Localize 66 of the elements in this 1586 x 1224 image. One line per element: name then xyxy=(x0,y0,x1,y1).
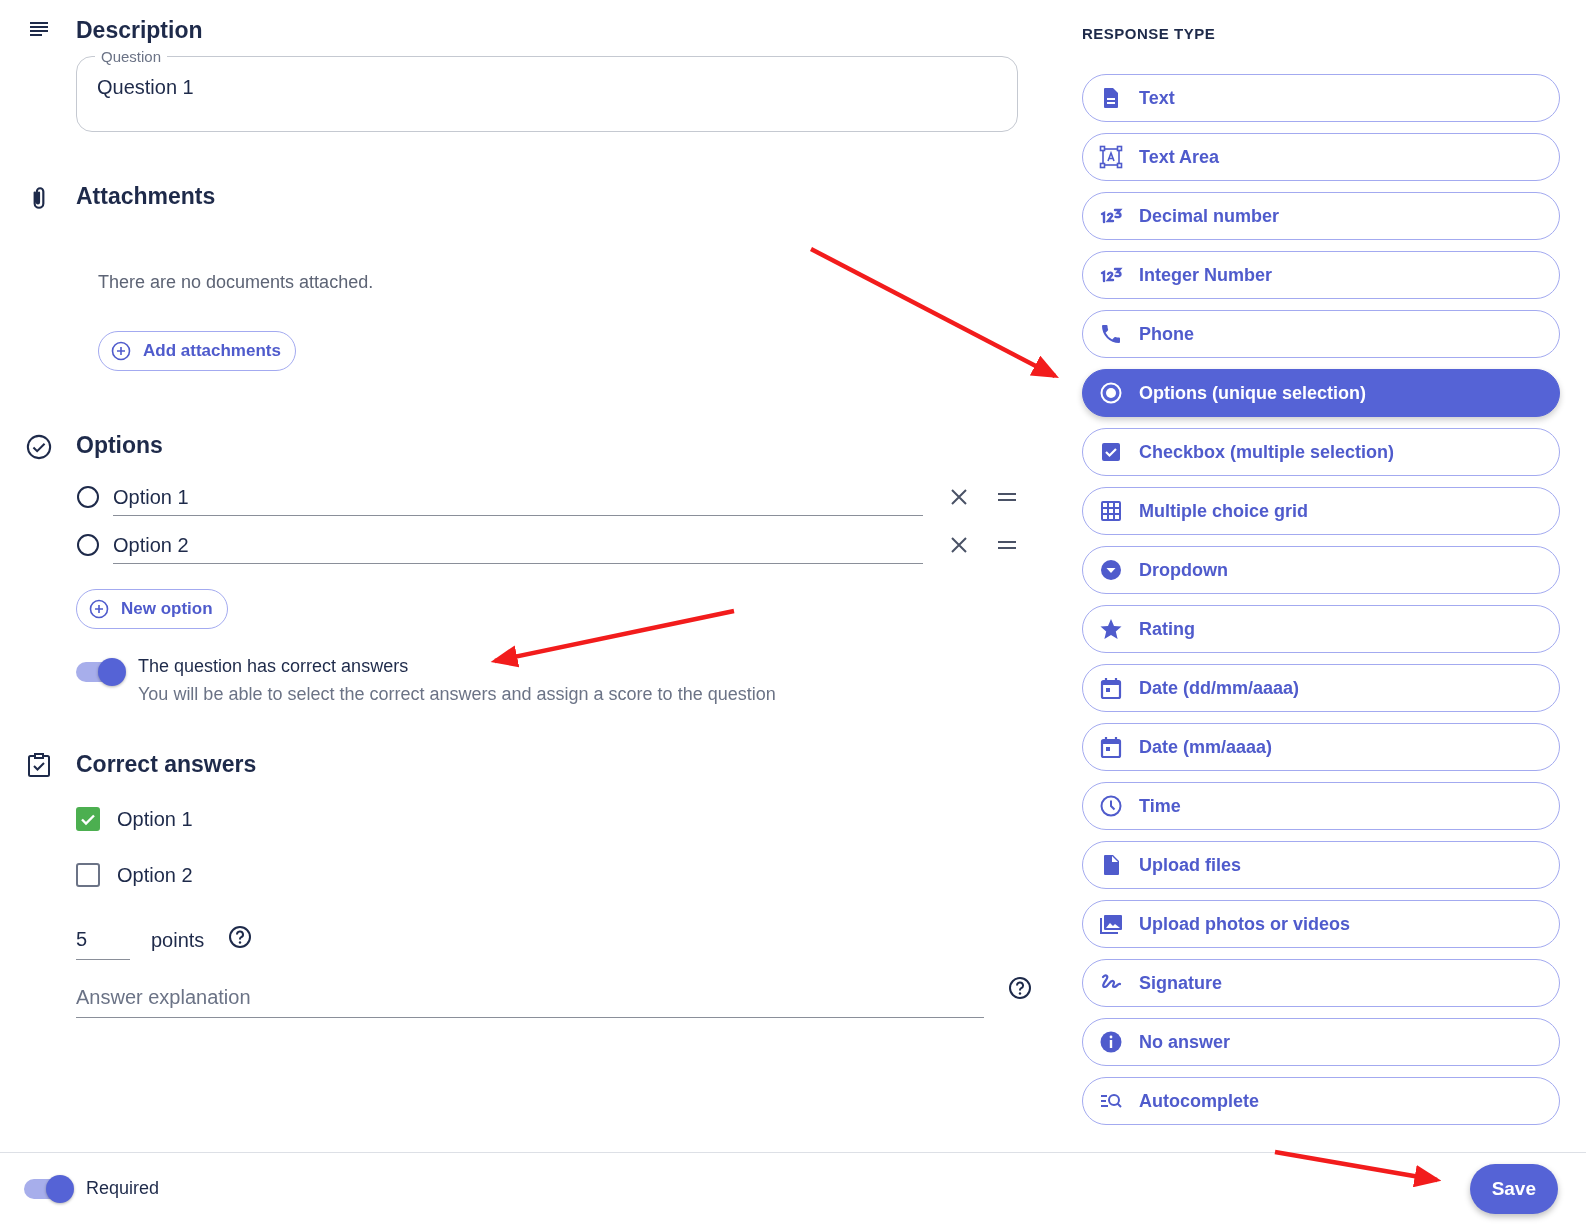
checkbox-label: Option 1 xyxy=(117,807,193,831)
calendar-icon xyxy=(1099,735,1123,759)
phone-icon xyxy=(1099,322,1123,346)
response-type-button[interactable]: Rating xyxy=(1082,605,1560,653)
section-heading: Description xyxy=(76,16,204,45)
add-attachments-button[interactable]: Add attachments xyxy=(98,331,296,371)
toggle-hint: You will be able to select the correct answers and assign a score to the question xyxy=(138,683,776,706)
text-frame-icon xyxy=(1099,145,1123,169)
save-button[interactable]: Save xyxy=(1469,1163,1558,1214)
help-icon[interactable] xyxy=(1008,976,1032,1000)
answer-explanation-field[interactable]: Answer explanation xyxy=(76,976,984,1018)
close-icon[interactable] xyxy=(949,487,969,507)
response-type-button[interactable]: Multiple choice grid xyxy=(1082,487,1560,535)
field-label: Question xyxy=(100,48,163,65)
close-icon[interactable] xyxy=(949,535,969,555)
response-type-button[interactable]: Text Area xyxy=(1082,133,1560,181)
radio-icon xyxy=(76,485,100,509)
checkbox-icon xyxy=(1099,440,1123,464)
calendar-icon xyxy=(1099,676,1123,700)
response-type-button[interactable]: Options (unique selection) xyxy=(1082,369,1560,417)
radio-icon xyxy=(76,533,100,557)
option-field[interactable]: Option 1 xyxy=(113,478,923,516)
checkbox[interactable] xyxy=(76,863,100,887)
response-type-button[interactable]: Date (mm/aaaa) xyxy=(1082,723,1560,771)
checkbox-label: Option 2 xyxy=(117,863,193,887)
checkbox[interactable] xyxy=(76,807,100,831)
response-type-button[interactable]: Upload photos or videos xyxy=(1082,900,1560,948)
option-field[interactable]: Option 2 xyxy=(113,526,923,564)
help-icon[interactable] xyxy=(228,925,253,949)
response-type-button[interactable]: Upload files xyxy=(1082,841,1560,889)
response-type-button[interactable]: Autocomplete xyxy=(1082,1077,1560,1125)
grid-icon xyxy=(1099,499,1123,523)
clipboard-check-icon xyxy=(26,752,52,778)
response-type-button[interactable]: No answer xyxy=(1082,1018,1560,1066)
response-type-button[interactable]: Date (dd/mm/aaaa) xyxy=(1082,664,1560,712)
empty-message: There are no documents attached. xyxy=(98,272,375,293)
section-heading: Attachments xyxy=(76,182,217,211)
dropdown-icon xyxy=(1099,558,1123,582)
plus-circle-icon xyxy=(111,341,131,361)
response-type-button[interactable]: Phone xyxy=(1082,310,1560,358)
new-option-button[interactable]: New option xyxy=(76,589,228,629)
response-type-button[interactable]: Time xyxy=(1082,782,1560,830)
drag-handle-icon[interactable] xyxy=(997,540,1017,550)
drag-handle-icon[interactable] xyxy=(997,492,1017,502)
section-heading: Correct answers xyxy=(76,750,258,779)
check-circle-icon xyxy=(26,433,52,461)
response-type-button[interactable]: Integer Number xyxy=(1082,251,1560,299)
text-input[interactable]: Question 1 xyxy=(95,75,1003,100)
panel-heading: RESPONSE TYPE xyxy=(1082,25,1217,42)
radio-icon xyxy=(1099,381,1123,405)
points-field[interactable]: 5 xyxy=(76,920,130,960)
section-heading: Options xyxy=(76,431,164,460)
response-type-button[interactable]: Text xyxy=(1082,74,1560,122)
response-type-button[interactable]: Checkbox (multiple selection) xyxy=(1082,428,1560,476)
plus-circle-icon xyxy=(89,599,109,619)
response-type-button[interactable]: Dropdown xyxy=(1082,546,1560,594)
info-icon xyxy=(1099,1030,1123,1054)
photos-icon xyxy=(1099,912,1123,936)
response-type-button[interactable]: Signature xyxy=(1082,959,1560,1007)
response-type-button[interactable]: Decimal number xyxy=(1082,192,1560,240)
points-label: points xyxy=(151,928,205,952)
toggle-label: Required xyxy=(86,1178,160,1199)
question-field[interactable]: Question Question 1 xyxy=(76,48,1018,132)
toggle-label: The question has correct answers xyxy=(138,655,410,678)
star-icon xyxy=(1099,617,1123,641)
clock-icon xyxy=(1099,794,1123,818)
